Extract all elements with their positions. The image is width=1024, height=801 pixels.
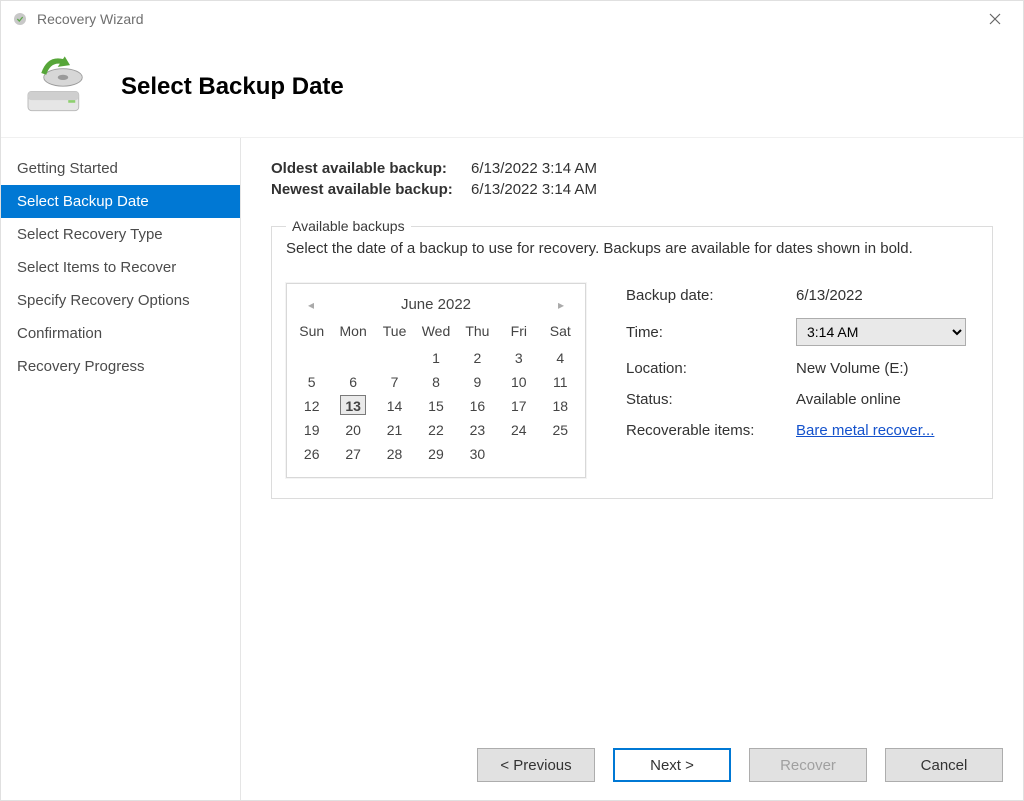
calendar-day[interactable]: 14 bbox=[374, 393, 415, 417]
backup-details: Backup date: 6/13/2022 Time: 3:14 AM Loc… bbox=[626, 283, 978, 478]
recoverable-items-label: Recoverable items: bbox=[626, 422, 796, 439]
calendar-day[interactable]: 5 bbox=[291, 369, 332, 393]
calendar-day[interactable]: 12 bbox=[291, 393, 332, 417]
calendar-day[interactable]: 30 bbox=[457, 441, 498, 465]
calendar-prev-button[interactable]: ◂ bbox=[303, 298, 319, 312]
calendar-day[interactable]: 6 bbox=[332, 369, 373, 393]
wizard-step[interactable]: Select Items to Recover bbox=[1, 251, 240, 284]
calendar-empty-cell bbox=[332, 345, 373, 369]
calendar-day[interactable]: 15 bbox=[415, 393, 456, 417]
recovery-icon bbox=[21, 52, 91, 122]
title-bar: Recovery Wizard bbox=[1, 1, 1023, 37]
wizard-step[interactable]: Getting Started bbox=[1, 152, 240, 185]
calendar-month-label: June 2022 bbox=[401, 296, 471, 313]
wizard-step[interactable]: Confirmation bbox=[1, 317, 240, 350]
backup-date-value: 6/13/2022 bbox=[796, 287, 863, 304]
calendar-day[interactable]: 22 bbox=[415, 417, 456, 441]
calendar-day[interactable]: 4 bbox=[540, 345, 581, 369]
wizard-content: Oldest available backup: 6/13/2022 3:14 … bbox=[241, 138, 1023, 800]
available-backups-legend: Available backups bbox=[286, 218, 411, 234]
calendar-weekday: Tue bbox=[374, 321, 415, 345]
calendar-day[interactable]: 28 bbox=[374, 441, 415, 465]
window-title: Recovery Wizard bbox=[37, 11, 144, 27]
calendar-day[interactable]: 26 bbox=[291, 441, 332, 465]
oldest-backup-label: Oldest available backup: bbox=[271, 160, 471, 177]
calendar-day[interactable]: 13 bbox=[332, 393, 373, 417]
calendar-empty-cell bbox=[291, 345, 332, 369]
recoverable-items-link[interactable]: Bare metal recover... bbox=[796, 422, 934, 439]
calendar-day[interactable]: 20 bbox=[332, 417, 373, 441]
wizard-header: Select Backup Date bbox=[1, 37, 1023, 137]
location-value: New Volume (E:) bbox=[796, 360, 909, 377]
calendar-day[interactable]: 8 bbox=[415, 369, 456, 393]
calendar-empty-cell bbox=[498, 441, 539, 465]
app-icon bbox=[11, 10, 29, 28]
calendar-empty-cell bbox=[540, 441, 581, 465]
page-title: Select Backup Date bbox=[121, 73, 344, 101]
next-button[interactable]: Next > bbox=[613, 748, 731, 782]
calendar-day[interactable]: 19 bbox=[291, 417, 332, 441]
newest-backup-label: Newest available backup: bbox=[271, 181, 471, 198]
calendar-day[interactable]: 27 bbox=[332, 441, 373, 465]
calendar[interactable]: ◂ June 2022 ▸ SunMonTueWedThuFriSat 1234… bbox=[286, 283, 586, 478]
calendar-day[interactable]: 3 bbox=[498, 345, 539, 369]
calendar-weekday: Sun bbox=[291, 321, 332, 345]
calendar-day[interactable]: 17 bbox=[498, 393, 539, 417]
wizard-footer: < Previous Next > Recover Cancel bbox=[241, 748, 1023, 782]
calendar-day[interactable]: 23 bbox=[457, 417, 498, 441]
backup-date-label: Backup date: bbox=[626, 287, 796, 304]
calendar-weekday: Wed bbox=[415, 321, 456, 345]
oldest-backup-value: 6/13/2022 3:14 AM bbox=[471, 160, 597, 177]
calendar-day[interactable]: 1 bbox=[415, 345, 456, 369]
location-label: Location: bbox=[626, 360, 796, 377]
status-label: Status: bbox=[626, 391, 796, 408]
calendar-day[interactable]: 10 bbox=[498, 369, 539, 393]
instruction-text: Select the date of a backup to use for r… bbox=[286, 240, 978, 257]
calendar-day[interactable]: 2 bbox=[457, 345, 498, 369]
wizard-step[interactable]: Recovery Progress bbox=[1, 350, 240, 383]
calendar-weekday: Fri bbox=[498, 321, 539, 345]
wizard-steps-sidebar: Getting StartedSelect Backup DateSelect … bbox=[1, 138, 241, 800]
calendar-day[interactable]: 24 bbox=[498, 417, 539, 441]
time-select[interactable]: 3:14 AM bbox=[796, 318, 966, 346]
calendar-day[interactable]: 18 bbox=[540, 393, 581, 417]
calendar-empty-cell bbox=[374, 345, 415, 369]
calendar-weekday: Sat bbox=[540, 321, 581, 345]
wizard-step[interactable]: Select Backup Date bbox=[1, 185, 240, 218]
calendar-weekday: Mon bbox=[332, 321, 373, 345]
calendar-day[interactable]: 7 bbox=[374, 369, 415, 393]
calendar-day[interactable]: 21 bbox=[374, 417, 415, 441]
time-label: Time: bbox=[626, 324, 796, 341]
status-value: Available online bbox=[796, 391, 901, 408]
previous-button[interactable]: < Previous bbox=[477, 748, 595, 782]
calendar-day[interactable]: 11 bbox=[540, 369, 581, 393]
cancel-button[interactable]: Cancel bbox=[885, 748, 1003, 782]
calendar-weekday: Thu bbox=[457, 321, 498, 345]
wizard-step[interactable]: Select Recovery Type bbox=[1, 218, 240, 251]
calendar-day[interactable]: 25 bbox=[540, 417, 581, 441]
wizard-step[interactable]: Specify Recovery Options bbox=[1, 284, 240, 317]
newest-backup-value: 6/13/2022 3:14 AM bbox=[471, 181, 597, 198]
available-backups-group: Available backups Select the date of a b… bbox=[271, 218, 993, 499]
calendar-day[interactable]: 9 bbox=[457, 369, 498, 393]
recover-button: Recover bbox=[749, 748, 867, 782]
close-button[interactable] bbox=[975, 4, 1015, 34]
calendar-day[interactable]: 16 bbox=[457, 393, 498, 417]
calendar-day[interactable]: 29 bbox=[415, 441, 456, 465]
calendar-next-button[interactable]: ▸ bbox=[553, 298, 569, 312]
